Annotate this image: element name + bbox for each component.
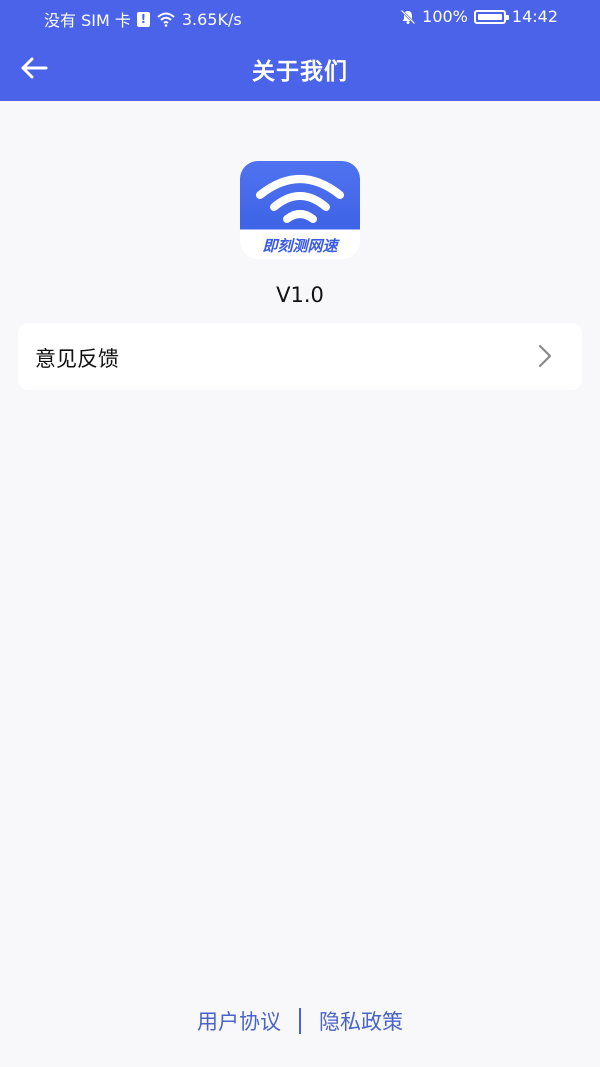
footer-links: 用户协议 隐私政策 (0, 1005, 600, 1037)
privacy-policy-link[interactable]: 隐私政策 (319, 1006, 403, 1036)
page-title: 关于我们 (252, 59, 348, 85)
network-speed: 3.65K/s (181, 9, 242, 29)
clock: 14:42 (511, 7, 558, 26)
footer-divider (299, 1008, 301, 1034)
version-label: V1.0 (276, 283, 324, 307)
battery-icon (473, 9, 509, 24)
header: 没有 SIM 卡 ! 3.65K/s 100% 14:42 关于我们 (0, 0, 600, 101)
title-bar: 关于我们 (0, 34, 600, 101)
about-us-screen: 没有 SIM 卡 ! 3.65K/s 100% 14:42 关于我们 即刻测网速… (0, 0, 600, 1067)
carrier-text: 没有 SIM 卡 (44, 11, 131, 30)
user-agreement-link[interactable]: 用户协议 (197, 1006, 281, 1036)
bell-muted-icon (400, 9, 416, 24)
status-left: 没有 SIM 卡 ! 3.65K/s (44, 7, 242, 31)
logo-text: 即刻测网速 (262, 237, 338, 255)
sim-alert-icon: ! (136, 11, 150, 27)
feedback-label: 意见反馈 (35, 347, 119, 371)
app-logo: 即刻测网速 (240, 161, 360, 259)
status-bar: 没有 SIM 卡 ! 3.65K/s 100% 14:42 (0, 0, 600, 34)
feedback-row[interactable]: 意见反馈 (18, 323, 582, 390)
battery-percent: 100% (422, 7, 468, 26)
wifi-icon (157, 12, 175, 27)
chevron-right-icon (538, 344, 552, 368)
wifi-logo-icon (256, 175, 344, 223)
status-right: 100% 14:42 (400, 7, 558, 26)
